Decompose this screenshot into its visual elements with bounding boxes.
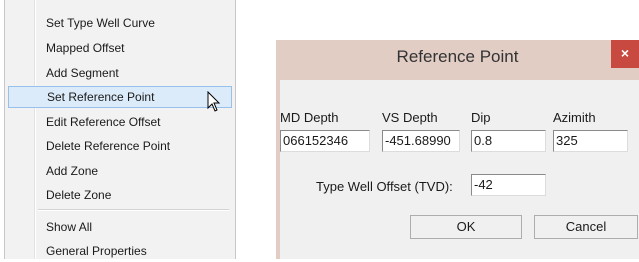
azimuth-label: Azimith [553,110,596,125]
md-depth-field[interactable]: 066152346 [280,130,370,152]
menu-item-mapped-offset[interactable]: Mapped Offset [8,37,232,59]
ok-button[interactable]: OK [410,215,522,239]
context-menu: Set Type Well Curve Mapped Offset Add Se… [4,0,236,259]
menu-item-show-all[interactable]: Show All [8,216,232,238]
reference-point-dialog: Reference Point × MD Depth VS Depth Dip … [276,40,639,259]
menu-separator [38,209,229,211]
menu-item-add-segment[interactable]: Add Segment [8,62,232,84]
menu-item-set-type-well-curve[interactable]: Set Type Well Curve [8,12,232,34]
cancel-button[interactable]: Cancel [534,215,638,239]
dialog-titlebar[interactable]: Reference Point × [276,40,639,80]
menu-item-delete-reference-point[interactable]: Delete Reference Point [8,135,232,157]
menu-item-add-zone[interactable]: Add Zone [8,160,232,182]
type-well-offset-field[interactable]: -42 [471,174,546,196]
azimuth-field[interactable]: 325 [553,130,628,152]
dip-field[interactable]: 0.8 [471,130,546,152]
vs-depth-field[interactable]: -451.68990 [382,130,460,152]
vs-depth-label: VS Depth [382,110,438,125]
close-icon: × [620,45,630,61]
mouse-pointer-icon [207,91,221,112]
md-depth-label: MD Depth [280,110,339,125]
dialog-body: MD Depth VS Depth Dip Azimith 066152346 … [276,80,639,259]
close-button[interactable]: × [611,40,639,68]
menu-item-set-reference-point[interactable]: Set Reference Point [8,86,232,108]
menu-item-edit-reference-offset[interactable]: Edit Reference Offset [8,111,232,133]
dip-label: Dip [471,110,491,125]
menu-item-delete-zone[interactable]: Delete Zone [8,184,232,206]
dialog-title: Reference Point [396,47,519,66]
type-well-offset-label: Type Well Offset (TVD): [316,179,453,194]
